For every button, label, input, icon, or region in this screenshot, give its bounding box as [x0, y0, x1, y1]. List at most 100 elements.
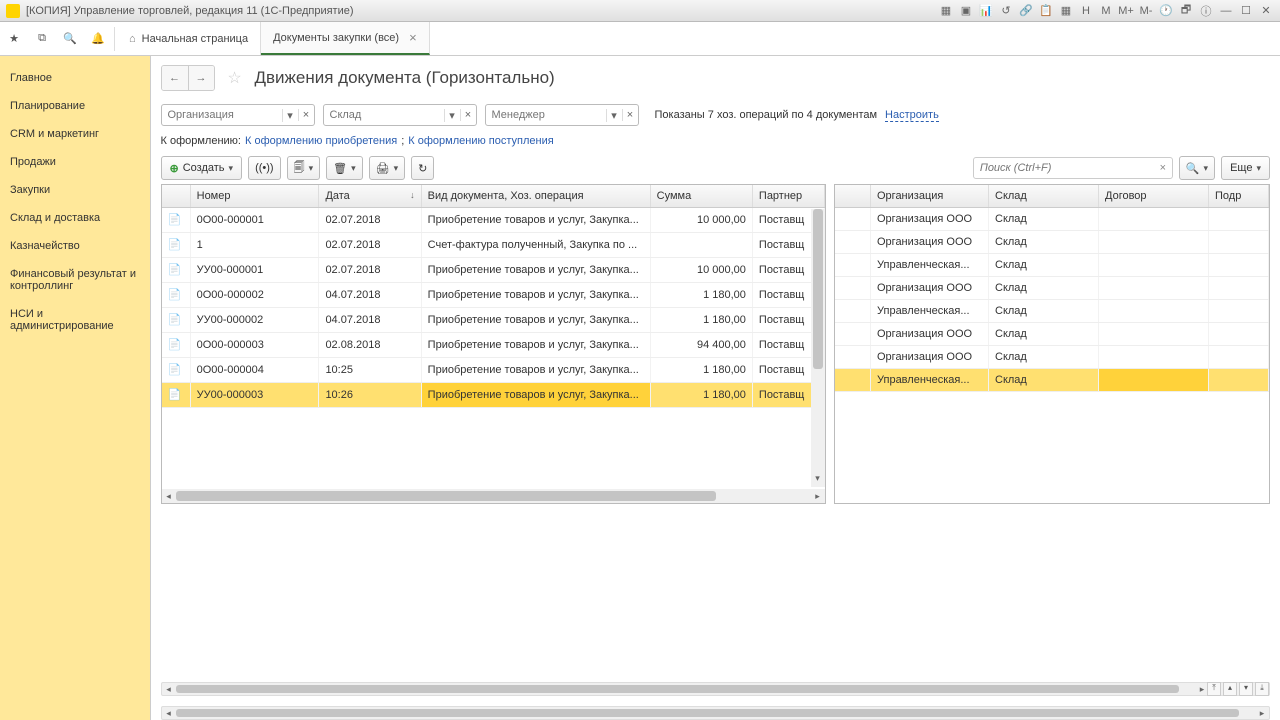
table-row[interactable]: Управленческая... Склад [835, 254, 1269, 277]
nav-warehouse[interactable]: Склад и доставка [0, 204, 150, 232]
minimize-icon[interactable]: — [1218, 4, 1234, 18]
delete-button[interactable]: 🗑▾ [326, 156, 363, 180]
table-row[interactable]: Организация ООО Склад [835, 208, 1269, 231]
nav-planning[interactable]: Планирование [0, 92, 150, 120]
status-button[interactable]: ((•)) [248, 156, 281, 180]
table-row[interactable]: 0О00-000004 10:25 Приобретение товаров и… [162, 358, 825, 383]
col-dogovor[interactable]: Договор [1099, 185, 1209, 208]
tab-home[interactable]: ⌂ Начальная страница [117, 22, 261, 55]
col-date[interactable]: Дата↓ [319, 185, 421, 208]
col-partner[interactable]: Партнер [752, 185, 824, 208]
table-row[interactable]: Организация ООО Склад [835, 323, 1269, 346]
nav-sales[interactable]: Продажи [0, 148, 150, 176]
table-row[interactable]: УУ00-000002 04.07.2018 Приобретение това… [162, 308, 825, 333]
up-button[interactable]: ▴ [1223, 682, 1237, 696]
chevron-down-icon[interactable]: ▾ [282, 109, 298, 122]
col-icon[interactable] [162, 185, 191, 208]
link-acquisition[interactable]: К оформлению приобретения [245, 135, 397, 147]
search-box[interactable]: × [973, 157, 1173, 179]
horizontal-scrollbar[interactable]: ◂▸ [162, 489, 825, 503]
table-row[interactable]: 0О00-000001 02.07.2018 Приобретение това… [162, 208, 825, 233]
clock-icon[interactable]: 🕐 [1158, 4, 1174, 18]
col-org[interactable]: Организация [871, 185, 989, 208]
scroll-left-icon[interactable]: ◂ [162, 684, 176, 695]
col-podr[interactable]: Подр [1209, 185, 1269, 208]
toolbar-icon[interactable]: ▣ [958, 4, 974, 18]
col-sklad[interactable]: Склад [989, 185, 1099, 208]
copy-button[interactable]: 🗐▾ [287, 156, 321, 180]
nav-main[interactable]: Главное [0, 64, 150, 92]
refresh-button[interactable]: ↻ [411, 156, 434, 180]
col-icon[interactable] [835, 185, 871, 208]
vertical-scrollbar[interactable]: ▾ [811, 209, 825, 487]
find-button[interactable]: 🔍▾ [1179, 156, 1215, 180]
manager-combo[interactable]: ▾ × [485, 104, 639, 126]
table-row[interactable]: 1 02.07.2018 Счет-фактура полученный, За… [162, 233, 825, 258]
clear-icon[interactable]: × [1154, 162, 1172, 174]
col-type[interactable]: Вид документа, Хоз. операция [421, 185, 650, 208]
more-button[interactable]: Еще ▾ [1221, 156, 1270, 180]
table-row[interactable]: Управленческая... Склад [835, 300, 1269, 323]
last-button[interactable]: ⤓ [1255, 682, 1269, 696]
print-button[interactable]: 🖨▾ [369, 156, 406, 180]
scroll-down-icon[interactable]: ▾ [811, 473, 825, 487]
mem-icon[interactable]: M+ [1118, 4, 1134, 18]
nav-crm[interactable]: CRM и маркетинг [0, 120, 150, 148]
scroll-right-icon[interactable]: ▸ [1255, 708, 1269, 719]
table-row[interactable]: Организация ООО Склад [835, 346, 1269, 369]
bottom-hscroll-1[interactable]: ◂ ▸ ⤒ ▴ ▾ ⤓ [161, 682, 1271, 696]
table-row[interactable]: УУ00-000003 10:26 Приобретение товаров и… [162, 383, 825, 408]
scroll-left-icon[interactable]: ◂ [162, 708, 176, 719]
tab-close-icon[interactable]: × [409, 30, 417, 45]
forward-button[interactable]: → [188, 66, 214, 90]
clear-icon[interactable]: × [460, 109, 476, 121]
col-number[interactable]: Номер [190, 185, 319, 208]
chevron-down-icon[interactable]: ▾ [606, 109, 622, 122]
org-input[interactable] [162, 105, 282, 125]
table-row[interactable]: Организация ООО Склад [835, 277, 1269, 300]
scroll-left-icon[interactable]: ◂ [162, 491, 176, 502]
col-sum[interactable]: Сумма [650, 185, 752, 208]
scroll-thumb[interactable] [176, 685, 1180, 693]
back-button[interactable]: ← [162, 66, 188, 90]
history-icon[interactable]: ⧉ [28, 25, 56, 53]
search-icon[interactable]: 🔍 [56, 25, 84, 53]
help-icon[interactable]: ⓘ [1198, 4, 1214, 18]
movements-table[interactable]: Организация Склад Договор Подр Организац… [835, 185, 1270, 392]
nav-nsi[interactable]: НСИ и администрирование [0, 300, 150, 340]
nav-finance[interactable]: Финансовый результат и контроллинг [0, 260, 150, 300]
clear-icon[interactable]: × [298, 109, 314, 121]
create-button[interactable]: ⊕ Создать ▾ [161, 156, 243, 180]
chevron-down-icon[interactable]: ▾ [444, 109, 460, 122]
bottom-hscroll-2[interactable]: ◂ ▸ [161, 706, 1271, 720]
scroll-thumb[interactable] [176, 709, 1240, 717]
search-input[interactable] [974, 162, 1154, 174]
docs-table[interactable]: Номер Дата↓ Вид документа, Хоз. операция… [162, 185, 825, 408]
toolbar-icon[interactable]: 🔗 [1018, 4, 1034, 18]
tab-purchases[interactable]: Документы закупки (все) × [261, 22, 430, 55]
close-icon[interactable]: ✕ [1258, 4, 1274, 18]
manager-input[interactable] [486, 105, 606, 125]
toolbar-icon[interactable]: ▦ [938, 4, 954, 18]
link-receipt[interactable]: К оформлению поступления [408, 135, 553, 147]
sklad-combo[interactable]: ▾ × [323, 104, 477, 126]
table-row[interactable]: УУ00-000001 02.07.2018 Приобретение това… [162, 258, 825, 283]
table-row[interactable]: 0О00-000003 02.08.2018 Приобретение това… [162, 333, 825, 358]
toolbar-icon[interactable]: 📊 [978, 4, 994, 18]
nav-purchases[interactable]: Закупки [0, 176, 150, 204]
toolbar-icon[interactable]: 📋 [1038, 4, 1054, 18]
sklad-input[interactable] [324, 105, 444, 125]
mem-icon[interactable]: H [1078, 4, 1094, 18]
toolbar-icon[interactable]: ▦ [1058, 4, 1074, 18]
maximize-icon[interactable]: ☐ [1238, 4, 1254, 18]
mem-icon[interactable]: M- [1138, 4, 1154, 18]
first-button[interactable]: ⤒ [1207, 682, 1221, 696]
table-row[interactable]: Организация ООО Склад [835, 231, 1269, 254]
nav-treasury[interactable]: Казначейство [0, 232, 150, 260]
scroll-right-icon[interactable]: ▸ [811, 491, 825, 502]
mem-icon[interactable]: M [1098, 4, 1114, 18]
toolbar-icon[interactable]: ↺ [998, 4, 1014, 18]
down-button[interactable]: ▾ [1239, 682, 1253, 696]
table-row[interactable]: Управленческая... Склад [835, 369, 1269, 392]
clear-icon[interactable]: × [622, 109, 638, 121]
